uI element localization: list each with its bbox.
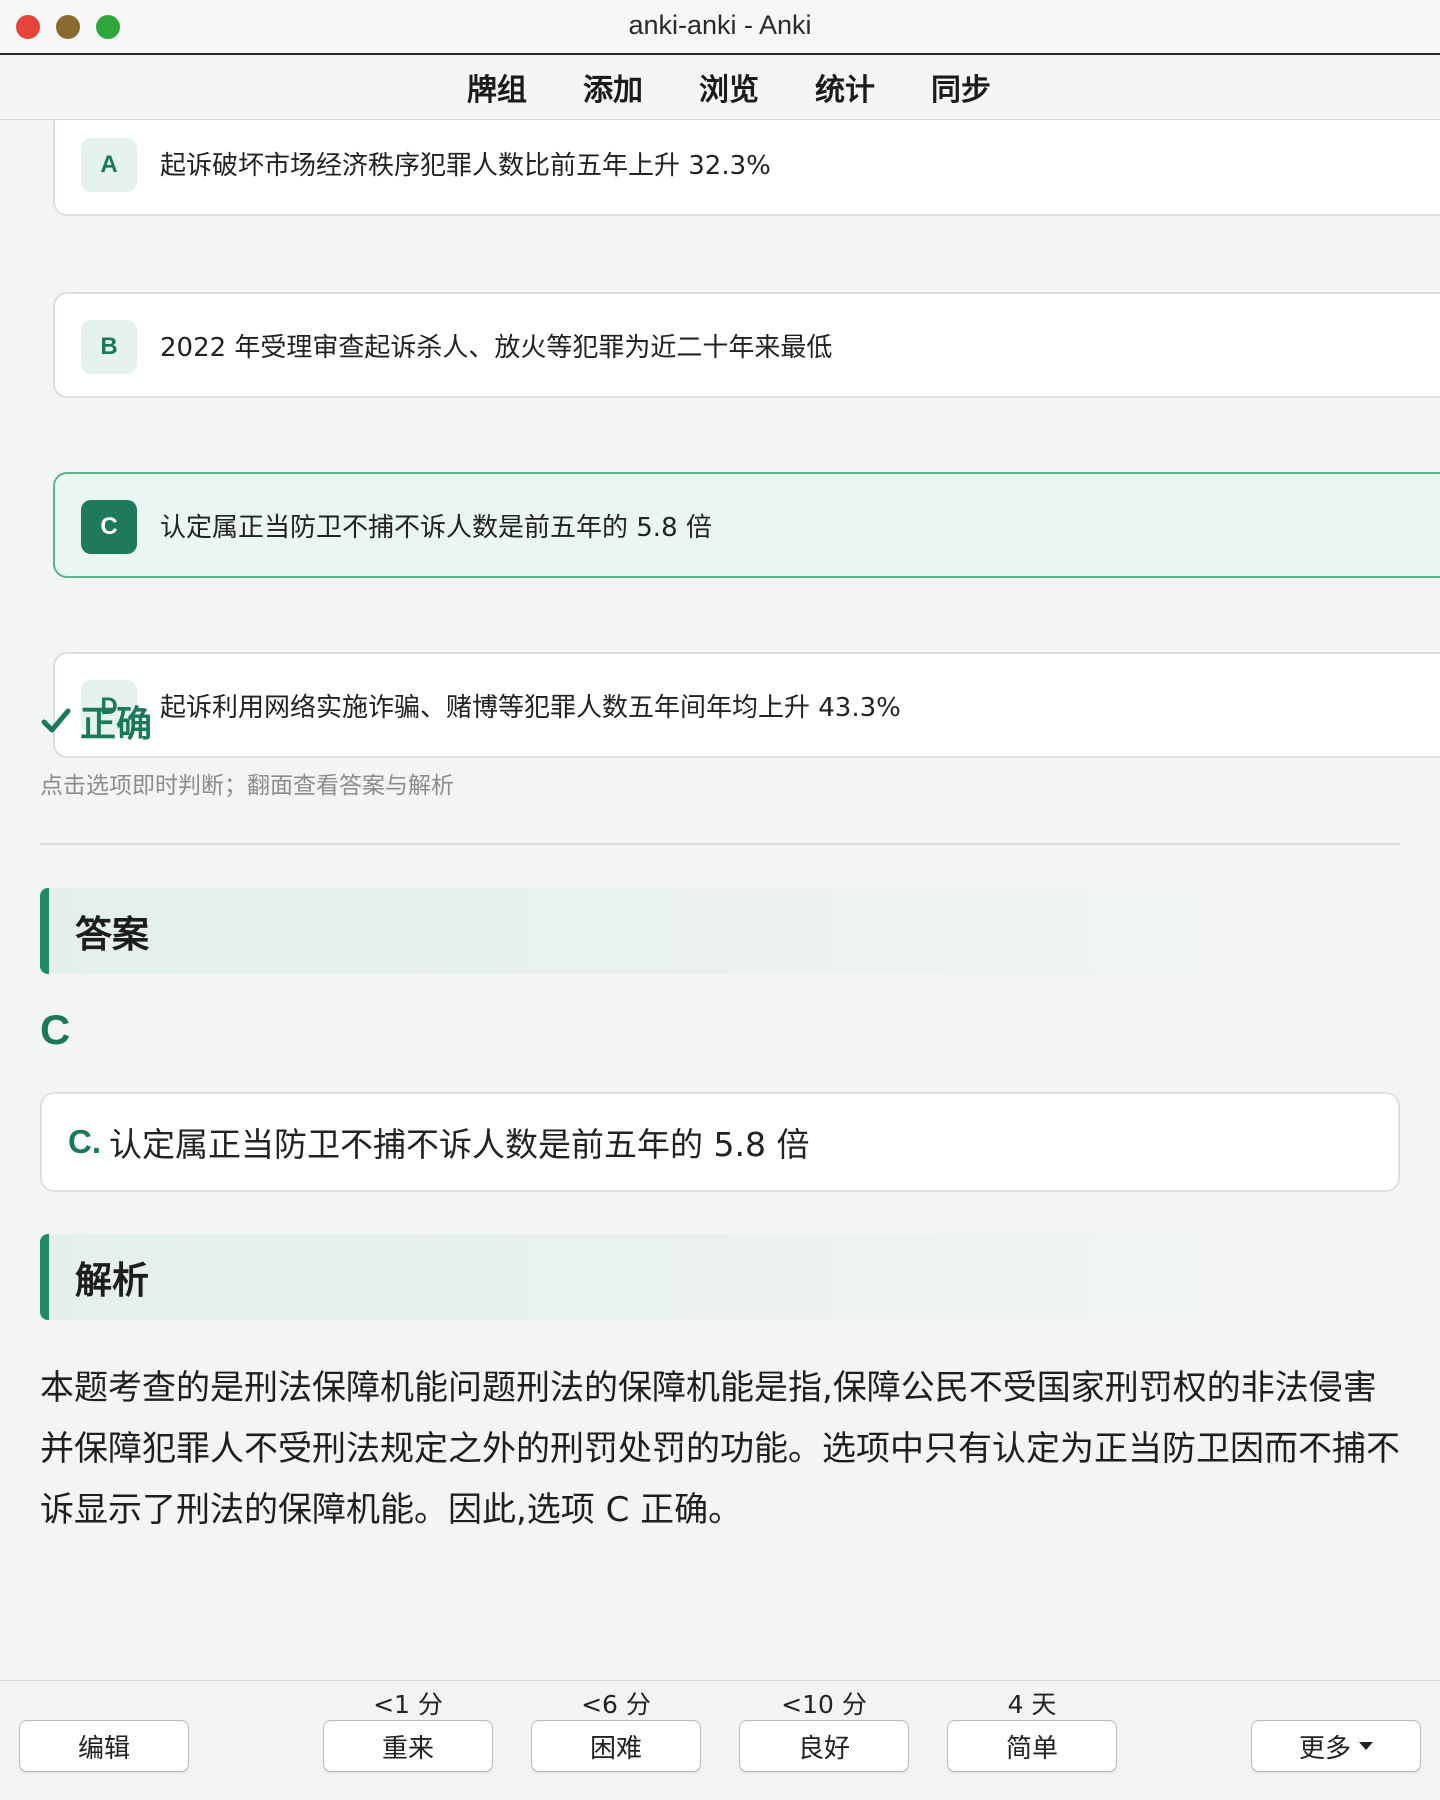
answer-heading: 答案	[40, 888, 1400, 974]
edit-button[interactable]: 编辑	[19, 1720, 189, 1772]
chevron-down-icon	[1359, 1742, 1373, 1750]
option-letter-badge: B	[81, 320, 137, 374]
option-letter-badge: A	[81, 138, 137, 192]
option-b[interactable]: B 2022 年受理审查起诉杀人、放火等犯罪为近二十年来最低	[53, 292, 1440, 398]
option-a[interactable]: A 起诉破坏市场经济秩序犯罪人数比前五年上升 32.3%	[53, 120, 1440, 216]
toolbar-decks[interactable]: 牌组	[467, 65, 527, 109]
analysis-heading: 解析	[40, 1234, 1400, 1320]
easy-button[interactable]: 简单	[947, 1720, 1117, 1772]
toolbar-sync[interactable]: 同步	[931, 65, 991, 109]
answer-text: 认定属正当防卫不捕不诉人数是前五年的 5.8 倍	[109, 1125, 810, 1164]
good-interval: <10 分	[781, 1690, 867, 1719]
easy-interval: 4 天	[1007, 1690, 1057, 1719]
main-toolbar: 牌组 添加 浏览 统计 同步	[0, 55, 1440, 120]
option-text: 认定属正当防卫不捕不诉人数是前五年的 5.8 倍	[160, 512, 712, 543]
more-button[interactable]: 更多	[1251, 1720, 1421, 1772]
again-interval: <1 分	[373, 1690, 443, 1719]
hint-text: 点击选项即时判断；翻面查看答案与解析	[40, 773, 454, 799]
title-bar: anki-anki - Anki	[0, 0, 1440, 55]
card-content: A 起诉破坏市场经济秩序犯罪人数比前五年上升 32.3% B 2022 年受理审…	[0, 120, 1440, 1680]
result-indicator: 正确	[40, 695, 152, 747]
section-divider	[40, 843, 1400, 845]
option-letter-badge: C	[81, 500, 137, 554]
option-c[interactable]: C 认定属正当防卫不捕不诉人数是前五年的 5.8 倍	[53, 472, 1440, 578]
result-label: 正确	[80, 704, 153, 745]
option-text: 起诉利用网络实施诈骗、赌博等犯罪人数五年间年均上升 43.3%	[160, 692, 901, 723]
toolbar-stats[interactable]: 统计	[815, 65, 875, 109]
more-label: 更多	[1298, 1733, 1351, 1764]
toolbar-add[interactable]: 添加	[583, 65, 643, 109]
option-text: 起诉破坏市场经济秩序犯罪人数比前五年上升 32.3%	[160, 150, 771, 181]
answer-bar: 编辑 <1 分 重来 <6 分 困难 <10 分 良好 4 天 简单 更多	[0, 1680, 1440, 1800]
good-button[interactable]: 良好	[739, 1720, 909, 1772]
analysis-text: 本题考查的是刑法保障机能问题刑法的保障机能是指,保障公民不受国家刑罚权的非法侵害…	[40, 1368, 1400, 1530]
toolbar-browse[interactable]: 浏览	[699, 65, 759, 109]
answer-prefix: C.	[68, 1123, 101, 1160]
hard-interval: <6 分	[581, 1690, 651, 1719]
hard-button[interactable]: 困难	[531, 1720, 701, 1772]
option-d[interactable]: D 起诉利用网络实施诈骗、赌博等犯罪人数五年间年均上升 43.3%	[53, 652, 1440, 758]
check-icon	[41, 708, 71, 733]
again-button[interactable]: 重来	[323, 1720, 493, 1772]
answer-box: C. 认定属正当防卫不捕不诉人数是前五年的 5.8 倍	[40, 1092, 1400, 1192]
window-title: anki-anki - Anki	[628, 10, 812, 40]
option-text: 2022 年受理审查起诉杀人、放火等犯罪为近二十年来最低	[160, 332, 833, 363]
answer-letter: C	[40, 1006, 71, 1053]
